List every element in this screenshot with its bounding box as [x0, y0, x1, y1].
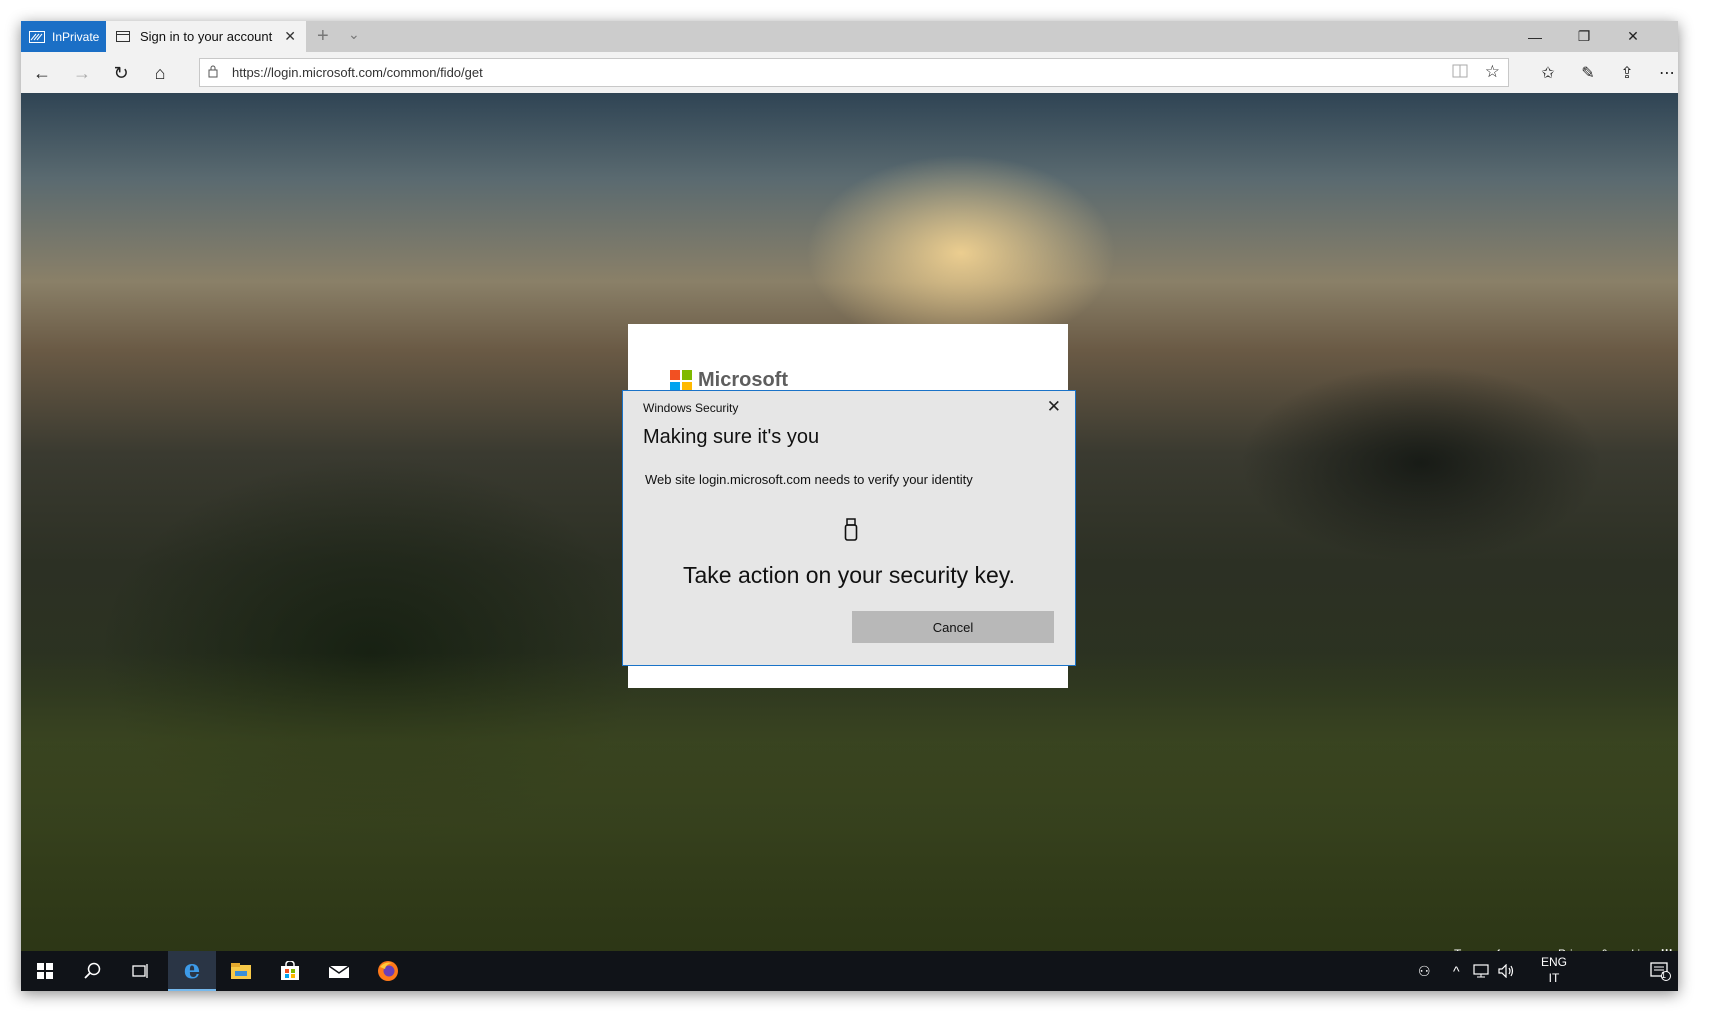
search-icon[interactable] — [69, 951, 117, 991]
dialog-close-icon[interactable]: ✕ — [1047, 397, 1061, 417]
firefox-icon[interactable] — [364, 951, 412, 991]
url-text[interactable]: https://login.microsoft.com/common/fido/… — [232, 65, 483, 80]
browser-window: InPrivate Sign in to your account ✕ + ⌄ … — [21, 21, 1678, 991]
inprivate-icon — [29, 30, 45, 43]
windows-taskbar: e ⚇ ^ ENG IT 1 — [21, 951, 1678, 991]
lock-icon — [208, 65, 228, 81]
tab-bar: InPrivate Sign in to your account ✕ + ⌄ … — [21, 21, 1678, 52]
security-key-icon — [844, 518, 858, 547]
dialog-message: Web site login.microsoft.com needs to ve… — [645, 472, 973, 487]
dialog-title: Making sure it's you — [643, 426, 820, 448]
tab-menu-chevron-icon[interactable]: ⌄ — [348, 26, 360, 43]
notification-count: 1 — [1661, 970, 1667, 980]
file-explorer-icon[interactable] — [217, 951, 265, 991]
background-grass — [21, 653, 1678, 951]
navigation-bar: ← → ↻ ⌂ https://login.microsoft.com/comm… — [21, 52, 1678, 93]
tab-title: Sign in to your account — [140, 29, 273, 44]
page-icon — [116, 31, 130, 42]
region-code: IT — [1548, 971, 1560, 985]
favorites-hub-icon[interactable]: ✩ — [1534, 60, 1562, 86]
store-icon[interactable] — [266, 951, 314, 991]
volume-icon[interactable] — [1498, 951, 1516, 991]
cancel-button[interactable]: Cancel — [852, 611, 1054, 643]
microsoft-brand-text: Microsoft — [698, 369, 788, 391]
language-code: ENG — [1541, 955, 1568, 969]
new-tab-button[interactable]: + — [317, 25, 329, 48]
people-icon[interactable]: ⚇ — [1418, 951, 1431, 991]
tab-close-icon[interactable]: ✕ — [284, 28, 296, 45]
pen-notes-icon[interactable]: ✎ — [1574, 60, 1602, 86]
task-view-icon[interactable] — [117, 951, 165, 991]
action-center-icon[interactable]: 1 — [1641, 951, 1678, 991]
close-window-button[interactable]: ✕ — [1610, 21, 1656, 52]
restore-button[interactable]: ❐ — [1561, 21, 1607, 52]
edge-icon[interactable]: e — [168, 951, 216, 991]
address-bar[interactable]: https://login.microsoft.com/common/fido/… — [199, 58, 1509, 87]
minimize-button[interactable]: — — [1512, 21, 1558, 52]
favorite-star-icon[interactable]: ☆ — [1485, 62, 1500, 82]
reading-view-icon[interactable] — [1452, 64, 1468, 81]
back-button[interactable]: ← — [28, 60, 56, 86]
microsoft-logo: Microsoft — [670, 369, 788, 392]
dialog-caption: Windows Security — [643, 401, 739, 415]
tab-sign-in[interactable]: Sign in to your account ✕ — [106, 21, 306, 52]
more-menu-icon[interactable]: ⋯ — [1653, 60, 1678, 86]
security-key-instruction: Take action on your security key. — [683, 562, 1015, 588]
windows-start-icon[interactable] — [21, 951, 69, 991]
microsoft-logo-icon — [670, 369, 692, 392]
background-mountain — [1171, 313, 1671, 613]
share-icon[interactable]: ⇪ — [1613, 60, 1641, 86]
forward-button[interactable]: → — [68, 60, 96, 86]
tray-chevron-icon[interactable]: ^ — [1453, 951, 1460, 991]
language-indicator[interactable]: ENG IT — [1541, 954, 1567, 986]
windows-security-dialog: Windows Security ✕ Making sure it's you … — [622, 390, 1076, 666]
network-icon[interactable] — [1473, 951, 1491, 991]
refresh-button[interactable]: ↻ — [107, 60, 135, 86]
inprivate-badge[interactable]: InPrivate — [21, 21, 106, 52]
home-button[interactable]: ⌂ — [146, 60, 174, 86]
mail-icon[interactable] — [315, 951, 363, 991]
inprivate-label: InPrivate — [52, 29, 100, 44]
